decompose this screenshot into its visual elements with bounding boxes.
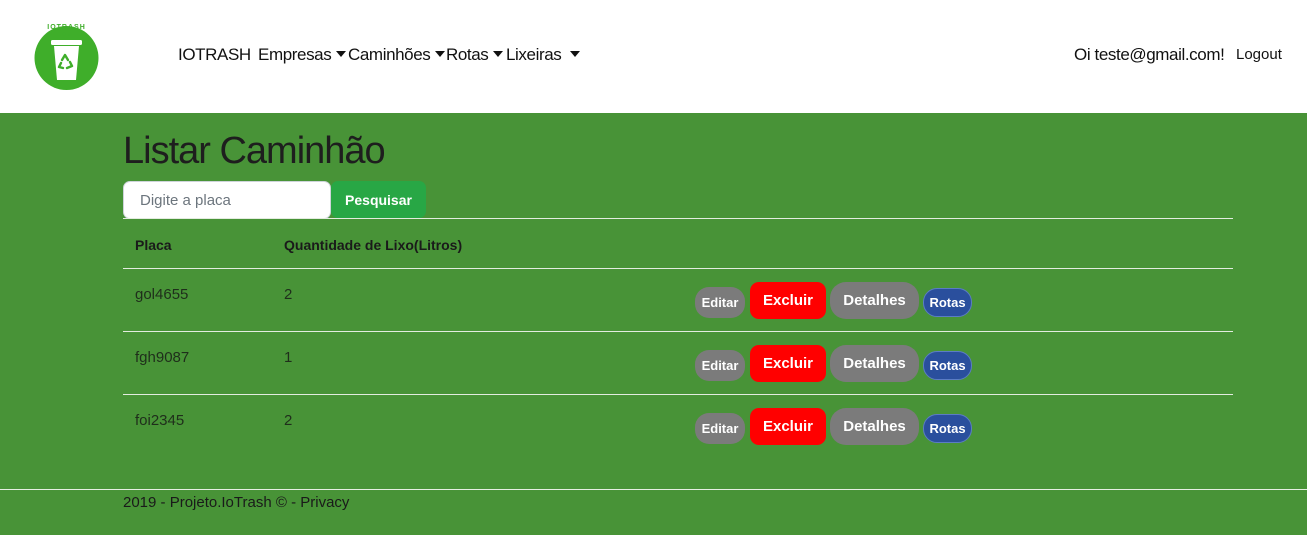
edit-button[interactable]: Editar (695, 350, 745, 381)
details-button[interactable]: Detalhes (830, 345, 919, 382)
search-input[interactable] (123, 181, 331, 219)
nav-rotas-dropdown[interactable]: Rotas (446, 45, 504, 65)
footer-divider (0, 489, 1307, 490)
iotrash-logo-icon[interactable]: IOTRASH (31, 22, 102, 90)
cell-quantidade: 2 (284, 412, 293, 429)
nav-caminhoes-dropdown[interactable]: Caminhões (348, 45, 446, 65)
navbar: IOTRASH IOTRASH Empresas Caminhões Rotas… (0, 0, 1307, 113)
details-button[interactable]: Detalhes (830, 282, 919, 319)
column-header-placa: Placa (135, 237, 172, 253)
table-top-border (123, 218, 1233, 219)
caret-down-icon (336, 51, 347, 57)
caret-down-icon (435, 51, 446, 57)
table-row: gol4655 2 Editar Excluir Detalhes Rotas (123, 269, 1233, 332)
cell-placa: gol4655 (135, 286, 189, 303)
user-greeting[interactable]: Oi teste@gmail.com! (1074, 45, 1225, 65)
delete-button[interactable]: Excluir (750, 282, 826, 319)
nav-caminhoes-label: Caminhões (348, 45, 431, 64)
edit-button[interactable]: Editar (695, 413, 745, 444)
cell-placa: fgh9087 (135, 349, 190, 366)
delete-button[interactable]: Excluir (750, 408, 826, 445)
details-button[interactable]: Detalhes (830, 408, 919, 445)
privacy-link[interactable]: Privacy (300, 494, 349, 511)
routes-button[interactable]: Rotas (923, 414, 972, 443)
caret-down-icon (570, 51, 581, 57)
column-header-quantidade: Quantidade de Lixo(Litros) (284, 237, 463, 253)
nav-empresas-label: Empresas (258, 45, 332, 64)
logout-link[interactable]: Logout (1236, 46, 1282, 63)
caret-down-icon (493, 51, 504, 57)
table-row: foi2345 2 Editar Excluir Detalhes Rotas (123, 395, 1233, 458)
nav-lixeiras-dropdown[interactable]: Lixeiras (506, 45, 581, 65)
delete-button[interactable]: Excluir (750, 345, 826, 382)
cell-placa: foi2345 (135, 412, 185, 429)
nav-rotas-label: Rotas (446, 45, 489, 64)
search-button[interactable]: Pesquisar (331, 181, 426, 218)
nav-empresas-dropdown[interactable]: Empresas (258, 45, 347, 65)
nav-lixeiras-label: Lixeiras (506, 45, 562, 64)
routes-button[interactable]: Rotas (923, 288, 972, 317)
edit-button[interactable]: Editar (695, 287, 745, 318)
brand-link[interactable]: IOTRASH (178, 45, 251, 65)
footer: 2019 - Projeto.IoTrash © - Privacy (123, 494, 349, 511)
page-title: Listar Caminhão (123, 130, 386, 172)
svg-text:IOTRASH: IOTRASH (47, 24, 86, 31)
cell-quantidade: 2 (284, 286, 293, 303)
table-row: fgh9087 1 Editar Excluir Detalhes Rotas (123, 332, 1233, 395)
routes-button[interactable]: Rotas (923, 351, 972, 380)
cell-quantidade: 1 (284, 349, 293, 366)
footer-copyright: 2019 - Projeto.IoTrash © - (123, 494, 301, 511)
